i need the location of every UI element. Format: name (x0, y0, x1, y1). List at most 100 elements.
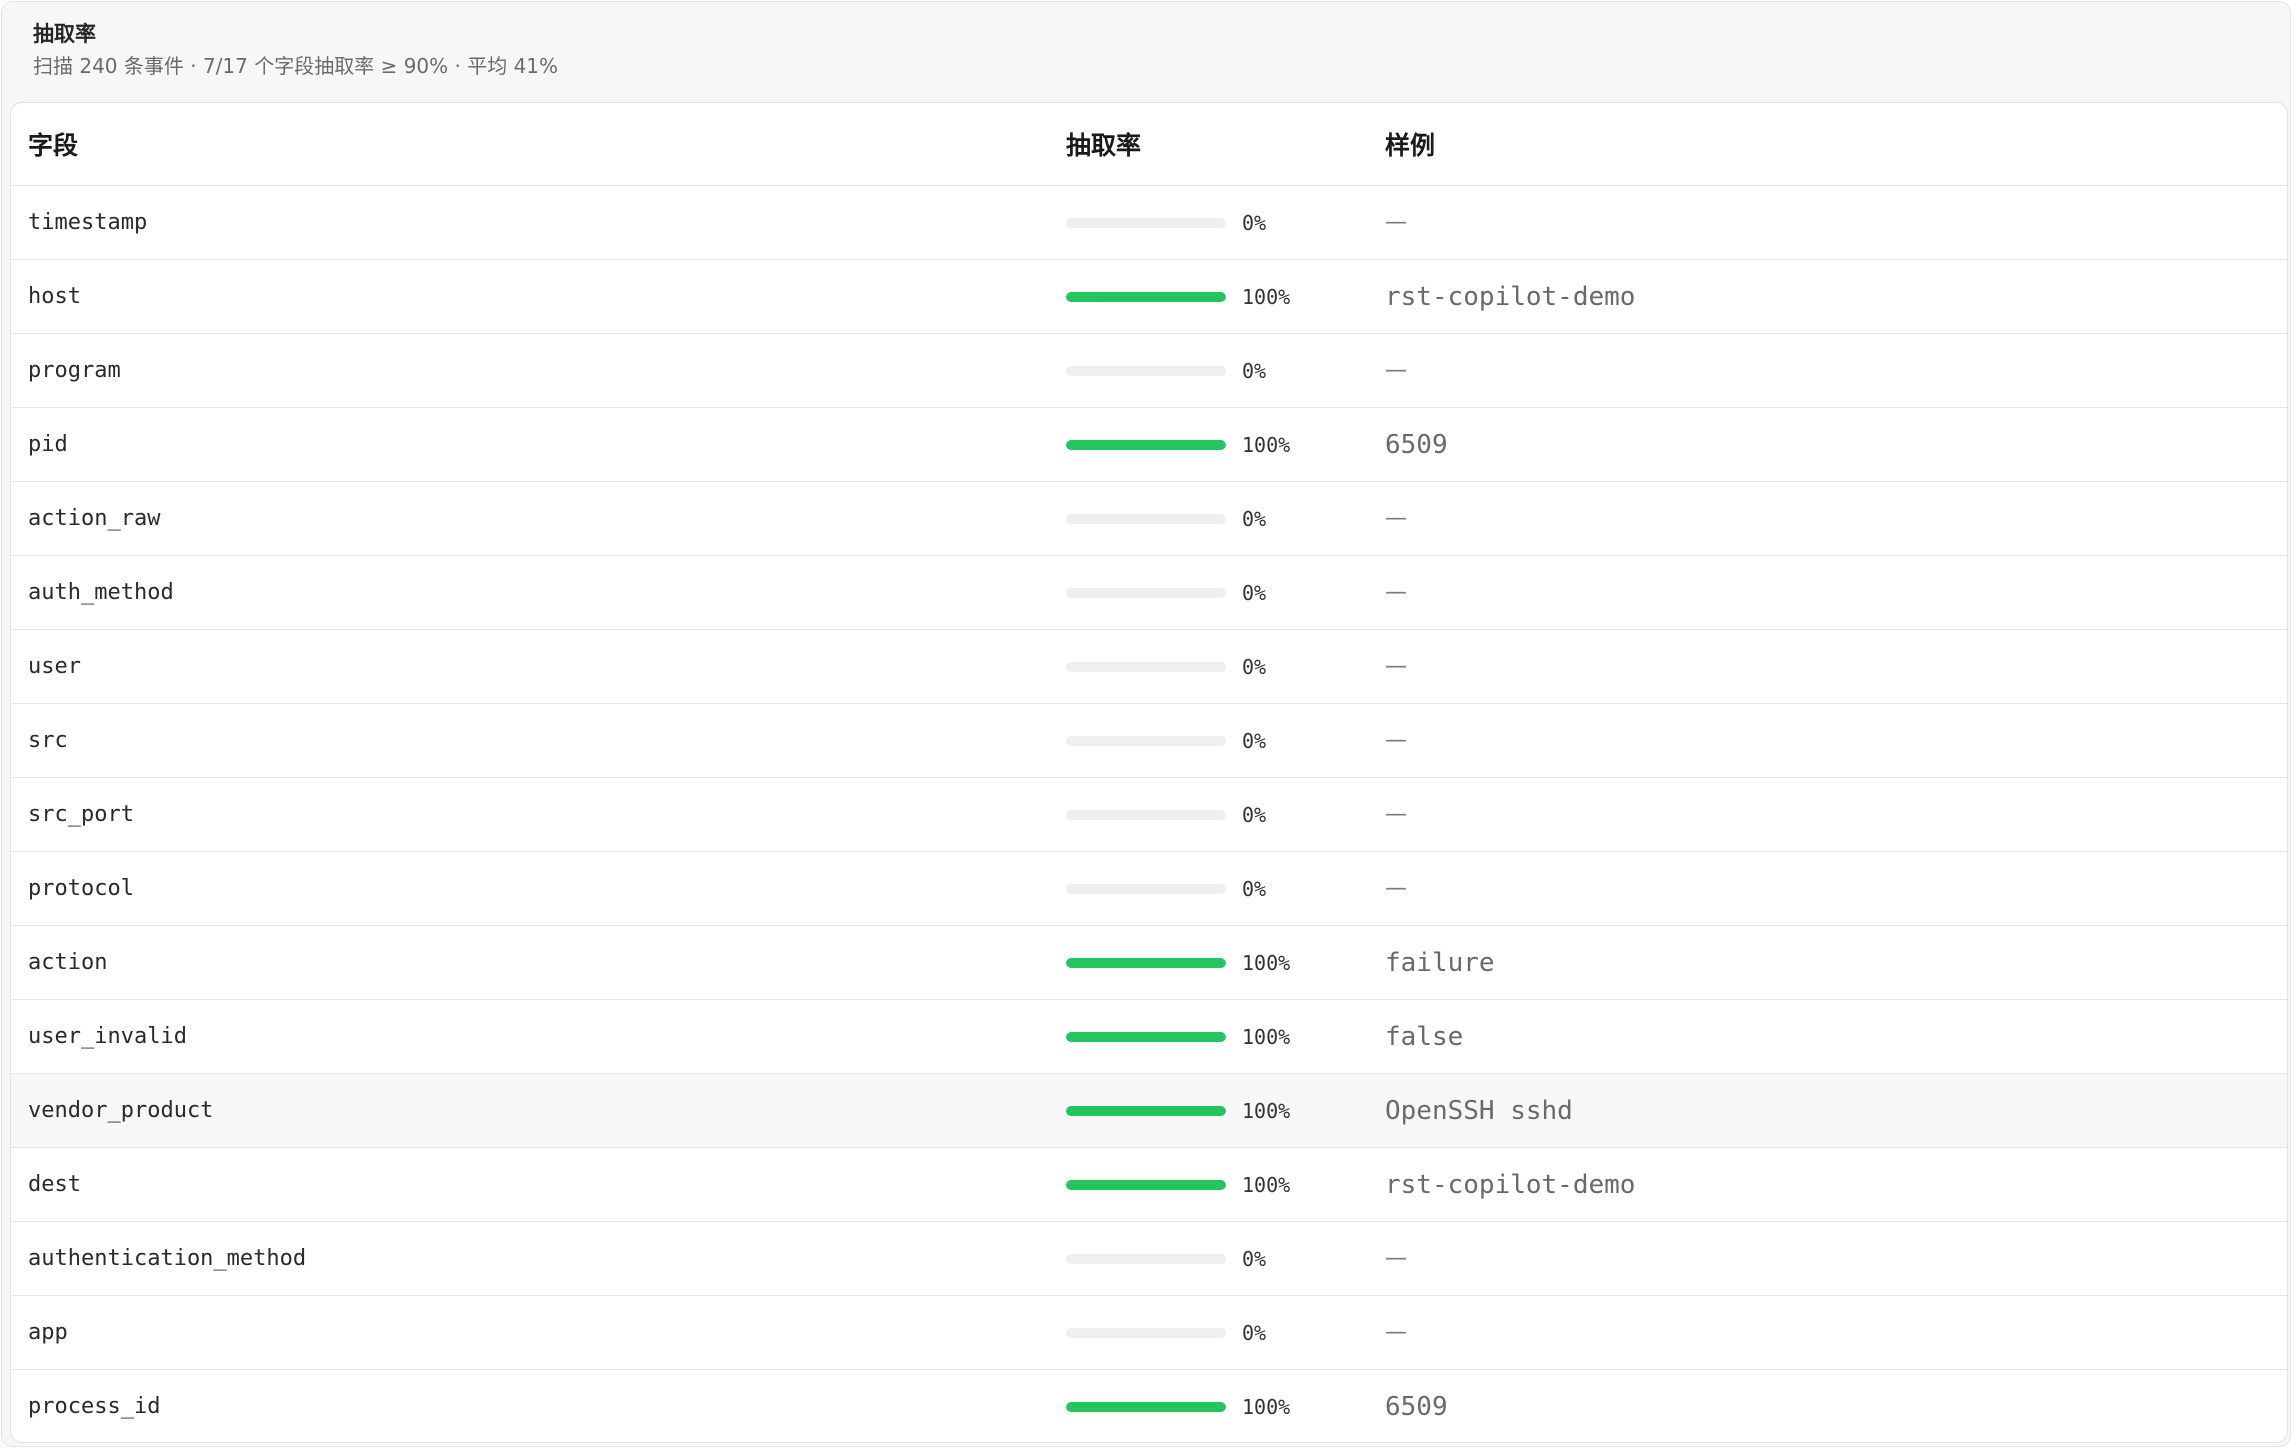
sample-value: false (1385, 1021, 1464, 1052)
rate-label: 0% (1242, 506, 1267, 531)
table-row[interactable]: host 100% rst-copilot-demo (11, 260, 2287, 334)
field-name: app (28, 1320, 68, 1345)
rate-bar (1066, 1105, 1226, 1116)
panel-header: 抽取率 扫描 240 条事件 · 7/17 个字段抽取率 ≥ 90% · 平均 … (2, 2, 2290, 102)
extraction-table: 字段 抽取率 样例 timestamp 0% — host 100% rst-copilo… (10, 102, 2288, 1443)
field-name: authentication_method (28, 1246, 307, 1271)
field-name: protocol (28, 876, 134, 901)
field-name: pid (28, 432, 68, 457)
table-row[interactable]: vendor_product 100% OpenSSH sshd (11, 1074, 2287, 1148)
rate-cell: 100% (1048, 1395, 1367, 1419)
sample-value: — (1385, 506, 1407, 531)
table-row[interactable]: user 0% — (11, 630, 2287, 704)
sample-value: — (1385, 1246, 1407, 1271)
rate-bar (1066, 1031, 1226, 1042)
sample-value: — (1385, 358, 1407, 383)
rate-label: 0% (1242, 802, 1267, 827)
table-row[interactable]: process_id 100% 6509 (11, 1370, 2287, 1442)
sample-value: 6509 (1385, 1391, 1448, 1422)
rate-label: 0% (1242, 358, 1267, 383)
field-name: process_id (28, 1394, 161, 1419)
rate-bar (1066, 661, 1226, 672)
rate-bar (1066, 1179, 1226, 1190)
rate-cell: 0% (1048, 729, 1367, 753)
rate-bar-fill (1066, 439, 1226, 450)
rate-label: 0% (1242, 580, 1267, 605)
rate-cell: 0% (1048, 1321, 1367, 1345)
table-row[interactable]: dest 100% rst-copilot-demo (11, 1148, 2287, 1222)
table-row[interactable]: app 0% — (11, 1296, 2287, 1370)
table-row[interactable]: pid 100% 6509 (11, 408, 2287, 482)
field-name: action (28, 950, 108, 975)
table-row[interactable]: protocol 0% — (11, 852, 2287, 926)
rate-cell: 0% (1048, 211, 1367, 235)
field-name: user (28, 654, 81, 679)
table-row[interactable]: action_raw 0% — (11, 482, 2287, 556)
table-body: timestamp 0% — host 100% rst-copilot-demo prog… (11, 186, 2287, 1442)
rate-bar-fill (1066, 291, 1226, 302)
sample-value: — (1385, 210, 1407, 235)
table-row[interactable]: auth_method 0% — (11, 556, 2287, 630)
rate-bar (1066, 957, 1226, 968)
sample-value: rst-copilot-demo (1385, 1169, 1636, 1200)
table-row[interactable]: authentication_method 0% — (11, 1222, 2287, 1296)
panel-subtitle: 扫描 240 条事件 · 7/17 个字段抽取率 ≥ 90% · 平均 41% (33, 54, 559, 78)
table-header: 字段 抽取率 样例 (11, 103, 2287, 186)
rate-bar-fill (1066, 1179, 1226, 1190)
rate-label: 0% (1242, 728, 1267, 753)
rate-bar (1066, 1401, 1226, 1412)
rate-bar (1066, 587, 1226, 598)
rate-bar (1066, 883, 1226, 894)
table-row[interactable]: program 0% — (11, 334, 2287, 408)
sample-value: 6509 (1385, 429, 1448, 460)
sample-value: failure (1385, 947, 1495, 978)
rate-bar-fill (1066, 1105, 1226, 1116)
rate-label: 100% (1242, 1394, 1291, 1419)
sample-value: — (1385, 654, 1407, 679)
rate-bar (1066, 439, 1226, 450)
rate-cell: 0% (1048, 655, 1367, 679)
rate-bar (1066, 809, 1226, 820)
sample-value: rst-copilot-demo (1385, 281, 1636, 312)
table-row[interactable]: timestamp 0% — (11, 186, 2287, 260)
rate-cell: 0% (1048, 359, 1367, 383)
sample-value: — (1385, 728, 1407, 753)
rate-label: 100% (1242, 432, 1291, 457)
rate-label: 100% (1242, 950, 1291, 975)
rate-label: 0% (1242, 1246, 1267, 1271)
field-name: dest (28, 1172, 81, 1197)
rate-bar (1066, 513, 1226, 524)
rate-cell: 0% (1048, 581, 1367, 605)
table-row[interactable]: src 0% — (11, 704, 2287, 778)
rate-label: 100% (1242, 284, 1291, 309)
table-row[interactable]: action 100% failure (11, 926, 2287, 1000)
field-name: src_port (28, 802, 134, 827)
rate-cell: 0% (1048, 507, 1367, 531)
header-field: 字段 (28, 131, 79, 160)
header-sample: 样例 (1385, 131, 1436, 160)
rate-bar (1066, 291, 1226, 302)
rate-label: 100% (1242, 1098, 1291, 1123)
rate-label: 0% (1242, 654, 1267, 679)
rate-bar-fill (1066, 1031, 1226, 1042)
rate-bar-fill (1066, 1401, 1226, 1412)
field-name: user_invalid (28, 1024, 187, 1049)
rate-cell: 100% (1048, 1025, 1367, 1049)
table-row[interactable]: user_invalid 100% false (11, 1000, 2287, 1074)
sample-value: — (1385, 802, 1407, 827)
table-row[interactable]: src_port 0% — (11, 778, 2287, 852)
panel-title: 抽取率 (33, 22, 96, 46)
field-name: src (28, 728, 68, 753)
rate-bar (1066, 217, 1226, 228)
rate-cell: 0% (1048, 1247, 1367, 1271)
rate-cell: 100% (1048, 1173, 1367, 1197)
field-name: timestamp (28, 210, 148, 235)
rate-bar (1066, 1327, 1226, 1338)
field-name: host (28, 284, 81, 309)
rate-bar (1066, 365, 1226, 376)
rate-cell: 100% (1048, 951, 1367, 975)
field-name: auth_method (28, 580, 174, 605)
header-rate: 抽取率 (1066, 131, 1142, 160)
rate-cell: 100% (1048, 1099, 1367, 1123)
field-name: program (28, 358, 121, 383)
